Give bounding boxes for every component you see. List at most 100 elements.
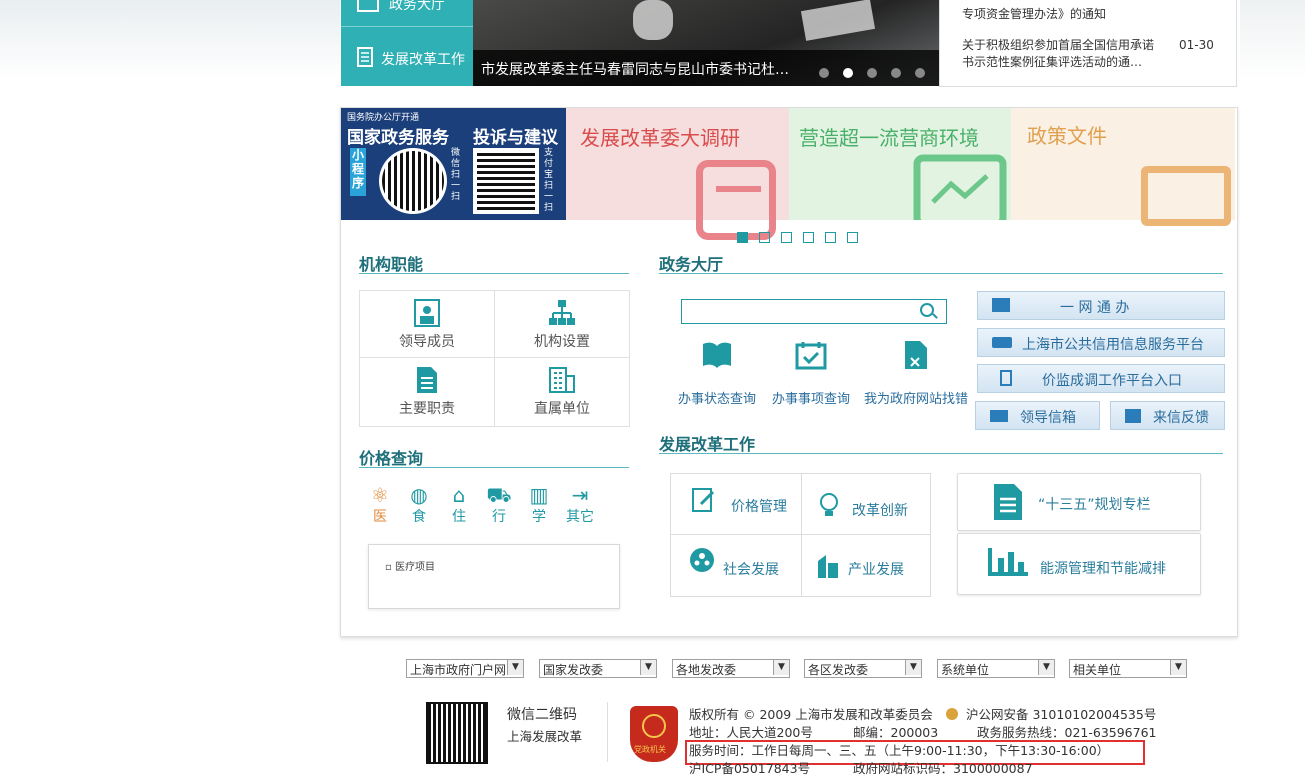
fazhan-grid: 价格管理 改革创新 社会发展 产业发展 — [670, 473, 931, 597]
chevron-down-icon: ▼ — [1038, 660, 1054, 675]
footer-icp[interactable]: 沪ICP备05017843号 — [689, 760, 810, 778]
price-tab-transport[interactable]: ⛟ 行 — [486, 484, 512, 526]
leader-mailbox-button[interactable]: 领导信箱 — [975, 401, 1100, 430]
slide-dot[interactable] — [867, 68, 877, 78]
banner-policy[interactable]: 政策文件 — [1011, 108, 1235, 226]
banner-title: 投诉与建议 — [473, 128, 558, 148]
link-price-platform[interactable]: 价监成调工作平台入口 — [977, 364, 1225, 393]
price-tab-label: 医 — [373, 509, 387, 525]
price-tab-housing[interactable]: ⌂ 住 — [446, 484, 472, 526]
select-ndrc[interactable]: 国家发改委 ▼ — [539, 659, 657, 678]
building-icon — [549, 367, 575, 393]
slide-dot[interactable] — [819, 68, 829, 78]
section-title-jigou: 机构职能 — [359, 255, 424, 274]
banner-dot-active[interactable] — [737, 232, 748, 243]
banner-research[interactable]: 发展改革委大调研 — [566, 108, 789, 240]
chevron-down-icon: ▼ — [773, 660, 789, 675]
select-related-units[interactable]: 相关单位 ▼ — [1069, 659, 1187, 678]
price-tab-education[interactable]: ▥ 学 — [526, 484, 552, 526]
footer-police[interactable]: 沪公网安备 31010102004535号 — [966, 706, 1156, 724]
price-tab-food[interactable]: ◍ 食 — [406, 484, 432, 526]
main-card: 国务院办公厅开通 国家政务服务 投诉与建议 小程序 微信扫一扫 支付宝扫一扫 发… — [340, 107, 1238, 637]
slide-caption[interactable]: 市发展改革委主任马春雷同志与昆山市委书记杜… — [481, 59, 789, 79]
jigou-item-label: 主要职责 — [399, 401, 455, 417]
banner-dot[interactable] — [781, 232, 792, 243]
link-label: 一 网 通 办 — [1060, 300, 1130, 316]
chevron-down-icon: ▼ — [507, 660, 523, 675]
nav-fazhan-button[interactable]: 发展改革工作 — [341, 27, 473, 86]
document-icon — [1000, 370, 1012, 386]
mail-icon — [990, 410, 1008, 422]
party-gov-badge-icon[interactable]: 党政机关 — [630, 706, 678, 762]
select-value: 各区发改委 — [808, 663, 869, 677]
price-tab-label: 食 — [412, 509, 426, 525]
fazhan-price-management[interactable]: 价格管理 — [671, 474, 802, 535]
banner-title: 政策文件 — [1027, 124, 1107, 148]
quick-label: 办事事项查询 — [771, 392, 850, 407]
price-tab-other[interactable]: ⇥ 其它 — [563, 484, 597, 526]
select-value: 上海市政府门户网 — [410, 663, 507, 677]
building-icon — [992, 298, 1010, 312]
link-yiwangtongban[interactable]: 一 网 通 办 — [977, 291, 1225, 320]
jigou-grid: 领导成员 机构设置 主要职责 直属单位 — [359, 290, 630, 427]
news-list: 专项资金管理办法》的通知 关于积极组织参加首届全国信用承诺书示范性案例征集评选活… — [939, 0, 1237, 87]
section-divider — [659, 273, 1223, 274]
select-local-drc[interactable]: 各地发改委 ▼ — [672, 659, 790, 678]
section-divider — [659, 453, 1223, 454]
quick-status[interactable]: 办事状态查询 — [677, 340, 757, 407]
police-badge-icon — [946, 708, 958, 720]
quick-items[interactable]: 办事事项查询 — [771, 340, 851, 407]
news-item[interactable]: 关于积极组织参加首届全国信用承诺书示范性案例征集评选活动的通… — [962, 37, 1162, 71]
search-box[interactable] — [681, 299, 947, 324]
inbox-icon — [1125, 409, 1141, 423]
quick-report-error[interactable]: 我为政府网站找错 — [863, 340, 969, 407]
fazhan-reform[interactable]: 改革创新 — [802, 474, 930, 535]
quick-label: 我为政府网站找错 — [863, 392, 968, 407]
document-icon — [994, 484, 1022, 520]
jigou-structure[interactable]: 机构设置 — [495, 291, 630, 358]
footer-copyright: 版权所有 © 2009 上海市发展和改革委员会 — [689, 707, 933, 722]
mail-label: 领导信箱 — [1020, 410, 1076, 426]
slide-dot[interactable] — [915, 68, 925, 78]
wechat-qr-code — [426, 702, 488, 764]
jigou-units[interactable]: 直属单位 — [495, 358, 630, 427]
jigou-item-label: 机构设置 — [534, 334, 590, 350]
org-chart-icon — [549, 300, 575, 325]
banner-kicker: 国务院办公厅开通 — [347, 113, 420, 123]
document-icon — [417, 367, 437, 393]
price-list-item[interactable]: ▫ 医疗项目 — [385, 558, 435, 573]
news-slideshow[interactable]: 市发展改革委主任马春雷同志与昆山市委书记杜… — [473, 0, 939, 86]
footer-divider — [607, 702, 608, 762]
select-shanghai-portal[interactable]: 上海市政府门户网 ▼ — [406, 659, 524, 678]
banner-dot[interactable] — [759, 232, 770, 243]
slide-dot-active[interactable] — [843, 68, 853, 78]
fazhan-13th-five-year-plan[interactable]: “十三五”规划专栏 — [957, 473, 1201, 531]
search-icon-handle — [932, 313, 938, 319]
price-tab-medical[interactable]: ⚛ 医 — [367, 484, 393, 526]
nav-zhengwu-button[interactable]: 政务大厅 — [341, 0, 473, 27]
banner-dot[interactable] — [803, 232, 814, 243]
banner-dot[interactable] — [825, 232, 836, 243]
fazhan-social[interactable]: 社会发展 — [671, 535, 802, 596]
letter-feedback-button[interactable]: 来信反馈 — [1110, 401, 1225, 430]
arrow-right-icon: ⇥ — [571, 483, 589, 507]
news-item[interactable]: 专项资金管理办法》的通知 — [962, 6, 1172, 23]
select-district-drc[interactable]: 各区发改委 ▼ — [804, 659, 922, 678]
section-divider — [359, 467, 629, 468]
chart-icon — [913, 154, 1007, 220]
house-icon: ⌂ — [452, 483, 466, 507]
fazhan-industry[interactable]: 产业发展 — [802, 535, 930, 596]
slide-dot[interactable] — [891, 68, 901, 78]
select-system-units[interactable]: 系统单位 ▼ — [937, 659, 1055, 678]
banner-gov-service[interactable]: 国务院办公厅开通 国家政务服务 投诉与建议 小程序 微信扫一扫 支付宝扫一扫 — [341, 108, 566, 220]
price-tab-label: 其它 — [566, 509, 594, 525]
badge-emblem — [642, 714, 666, 738]
fazhan-energy[interactable]: 能源管理和节能减排 — [957, 533, 1201, 595]
banner-business-env[interactable]: 营造超一流营商环境 — [789, 108, 1011, 220]
banner-dot[interactable] — [847, 232, 858, 243]
jigou-duties[interactable]: 主要职责 — [360, 358, 495, 427]
price-list-item-label: 医疗项目 — [394, 562, 435, 573]
jigou-leaders[interactable]: 领导成员 — [360, 291, 495, 358]
link-credit-platform[interactable]: 上海市公共信用信息服务平台 — [977, 328, 1225, 357]
energy-chart-icon — [988, 548, 1028, 576]
